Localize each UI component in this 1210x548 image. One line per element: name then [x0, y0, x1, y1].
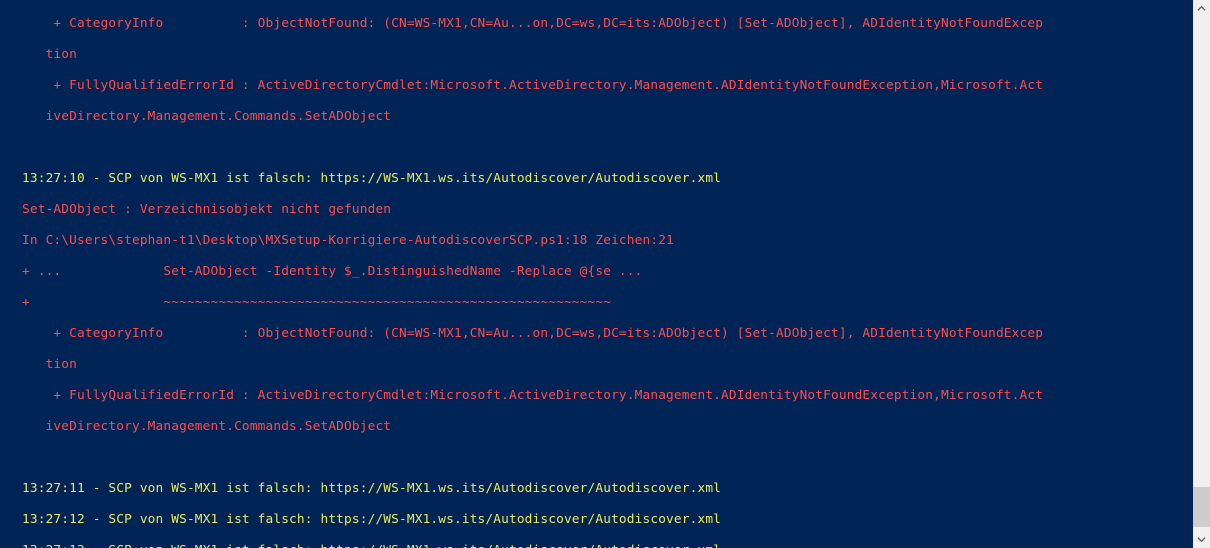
error-line: tion — [22, 47, 1193, 63]
powershell-console-window: + CategoryInfo : ObjectNotFound: (CN=WS-… — [0, 0, 1210, 548]
scp-warn-line: 13:27:11 - SCP von WS-MX1 ist falsch: ht… — [22, 481, 1193, 497]
vertical-scrollbar[interactable] — [1193, 0, 1210, 548]
console-output[interactable]: + CategoryInfo : ObjectNotFound: (CN=WS-… — [0, 0, 1193, 548]
scp-warn-line: 13:27:13 - SCP von WS-MX1 ist falsch: ht… — [22, 543, 1193, 548]
error-line: + ~~~~~~~~~~~~~~~~~~~~~~~~~~~~~~~~~~~~~~… — [22, 295, 1193, 311]
error-line: + ... Set-ADObject -Identity $_.Distingu… — [22, 264, 1193, 280]
error-line: iveDirectory.Management.Commands.SetADOb… — [22, 419, 1193, 435]
error-line: + FullyQualifiedErrorId : ActiveDirector… — [22, 78, 1193, 94]
error-line: In C:\Users\stephan-t1\Desktop\MXSetup-K… — [22, 233, 1193, 249]
error-line: Set-ADObject : Verzeichnisobjekt nicht g… — [22, 202, 1193, 218]
error-line: + FullyQualifiedErrorId : ActiveDirector… — [22, 388, 1193, 404]
scp-warn-line: 13:27:10 - SCP von WS-MX1 ist falsch: ht… — [22, 171, 1193, 187]
error-line: tion — [22, 357, 1193, 373]
scrollbar-track[interactable] — [1193, 17, 1210, 531]
blank-line — [22, 450, 1193, 466]
scroll-down-button[interactable] — [1193, 531, 1210, 548]
scroll-up-button[interactable] — [1193, 0, 1210, 17]
scp-warn-line: 13:27:12 - SCP von WS-MX1 ist falsch: ht… — [22, 512, 1193, 528]
error-line: + CategoryInfo : ObjectNotFound: (CN=WS-… — [22, 16, 1193, 32]
chevron-up-icon — [1197, 4, 1206, 13]
blank-line — [22, 140, 1193, 156]
scrollbar-thumb[interactable] — [1193, 487, 1210, 527]
error-line: + CategoryInfo : ObjectNotFound: (CN=WS-… — [22, 326, 1193, 342]
chevron-down-icon — [1197, 535, 1206, 544]
error-line: iveDirectory.Management.Commands.SetADOb… — [22, 109, 1193, 125]
